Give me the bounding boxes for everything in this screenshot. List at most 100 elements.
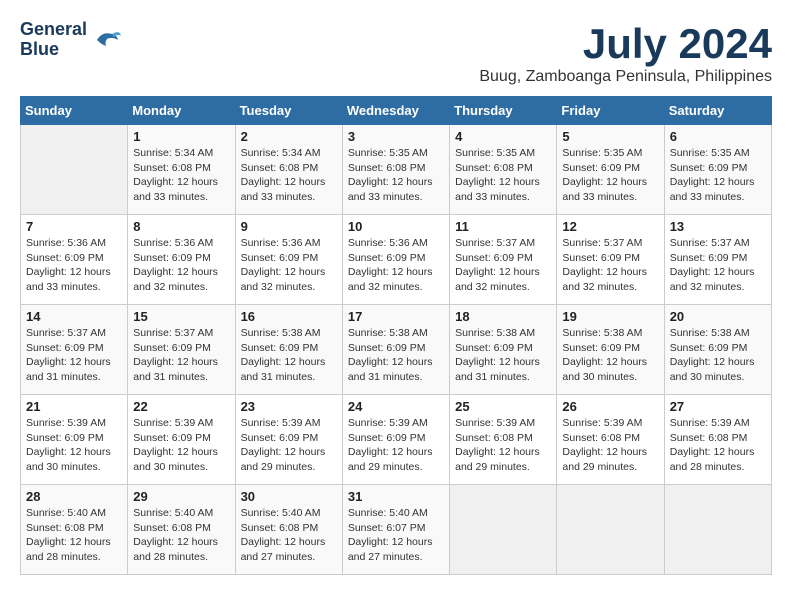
day-info: Sunrise: 5:37 AMSunset: 6:09 PMDaylight:… xyxy=(670,236,766,295)
day-number: 7 xyxy=(26,219,122,234)
title-section: July 2024 Buug, Zamboanga Peninsula, Phi… xyxy=(479,20,772,86)
day-number: 29 xyxy=(133,489,229,504)
day-info: Sunrise: 5:37 AMSunset: 6:09 PMDaylight:… xyxy=(26,326,122,385)
location: Buug, Zamboanga Peninsula, Philippines xyxy=(479,68,772,86)
calendar-cell: 1Sunrise: 5:34 AMSunset: 6:08 PMDaylight… xyxy=(128,125,235,215)
week-row-4: 21 Sunrise: 5:39 AMSunset: 6:09 PMDayligh… xyxy=(21,395,772,485)
day-info: Sunrise: 5:39 AMSunset: 6:09 PMDaylight:… xyxy=(348,416,444,475)
day-info: Sunrise: 5:36 AMSunset: 6:09 PMDaylight:… xyxy=(348,236,444,295)
calendar-cell: 10 Sunrise: 5:36 AMSunset: 6:09 PMDayligh… xyxy=(342,215,449,305)
day-info: Sunrise: 5:40 AMSunset: 6:08 PMDaylight:… xyxy=(241,506,337,565)
day-number: 22 xyxy=(133,399,229,414)
header-thursday: Thursday xyxy=(450,97,557,125)
day-info: Sunrise: 5:38 AMSunset: 6:09 PMDaylight:… xyxy=(670,326,766,385)
calendar-cell xyxy=(21,125,128,215)
day-info: Sunrise: 5:38 AMSunset: 6:09 PMDaylight:… xyxy=(348,326,444,385)
header-monday: Monday xyxy=(128,97,235,125)
calendar-cell: 21Sunrise: 5:39 AMSunset: 6:09 PMDayligh… xyxy=(21,395,128,485)
day-info: Sunrise: 5:39 AMSunset: 6:08 PMDaylight:… xyxy=(562,416,658,475)
day-number: 8 xyxy=(133,219,229,234)
logo-bird-icon xyxy=(91,25,121,55)
calendar-cell: 8 Sunrise: 5:36 AMSunset: 6:09 PMDaylight… xyxy=(128,215,235,305)
calendar-cell: 20 Sunrise: 5:38 AMSunset: 6:09 PMDayligh… xyxy=(664,305,771,395)
day-number: 9 xyxy=(241,219,337,234)
calendar-cell xyxy=(557,485,664,575)
day-number: 16 xyxy=(241,309,337,324)
day-number: 15 xyxy=(133,309,229,324)
calendar-cell: 13 Sunrise: 5:37 AMSunset: 6:09 PMDayligh… xyxy=(664,215,771,305)
calendar-cell: 26 Sunrise: 5:39 AMSunset: 6:08 PMDayligh… xyxy=(557,395,664,485)
calendar-cell: 25 Sunrise: 5:39 AMSunset: 6:08 PMDayligh… xyxy=(450,395,557,485)
week-row-3: 14 Sunrise: 5:37 AMSunset: 6:09 PMDayligh… xyxy=(21,305,772,395)
calendar-table: SundayMondayTuesdayWednesdayThursdayFrid… xyxy=(20,96,772,575)
day-info: Sunrise: 5:34 AMSunset: 6:08 PMDaylight:… xyxy=(133,146,229,205)
calendar-cell: 9 Sunrise: 5:36 AMSunset: 6:09 PMDaylight… xyxy=(235,215,342,305)
day-info: Sunrise: 5:38 AMSunset: 6:09 PMDaylight:… xyxy=(455,326,551,385)
calendar-cell: 30Sunrise: 5:40 AMSunset: 6:08 PMDayligh… xyxy=(235,485,342,575)
logo-line2: Blue xyxy=(20,40,87,60)
header-wednesday: Wednesday xyxy=(342,97,449,125)
day-info: Sunrise: 5:36 AMSunset: 6:09 PMDaylight:… xyxy=(241,236,337,295)
day-number: 24 xyxy=(348,399,444,414)
header-tuesday: Tuesday xyxy=(235,97,342,125)
calendar-cell: 2 Sunrise: 5:34 AMSunset: 6:08 PMDaylight… xyxy=(235,125,342,215)
logo-line1: General xyxy=(20,20,87,40)
day-info: Sunrise: 5:36 AMSunset: 6:09 PMDaylight:… xyxy=(133,236,229,295)
day-info: Sunrise: 5:37 AMSunset: 6:09 PMDaylight:… xyxy=(562,236,658,295)
header-row: SundayMondayTuesdayWednesdayThursdayFrid… xyxy=(21,97,772,125)
calendar-cell: 27 Sunrise: 5:39 AMSunset: 6:08 PMDayligh… xyxy=(664,395,771,485)
day-number: 4 xyxy=(455,129,551,144)
calendar-cell: 28 Sunrise: 5:40 AMSunset: 6:08 PMDayligh… xyxy=(21,485,128,575)
day-number: 25 xyxy=(455,399,551,414)
day-number: 26 xyxy=(562,399,658,414)
week-row-5: 28 Sunrise: 5:40 AMSunset: 6:08 PMDayligh… xyxy=(21,485,772,575)
day-info: Sunrise: 5:39 AMSunset: 6:09 PMDaylight:… xyxy=(133,416,229,475)
day-info: Sunrise: 5:39 AMSunset: 6:08 PMDaylight:… xyxy=(455,416,551,475)
calendar-cell: 29 Sunrise: 5:40 AMSunset: 6:08 PMDayligh… xyxy=(128,485,235,575)
day-info: Sunrise: 5:35 AMSunset: 6:08 PMDaylight:… xyxy=(455,146,551,205)
week-row-2: 7 Sunrise: 5:36 AMSunset: 6:09 PMDaylight… xyxy=(21,215,772,305)
day-number: 6 xyxy=(670,129,766,144)
day-info: Sunrise: 5:37 AMSunset: 6:09 PMDaylight:… xyxy=(133,326,229,385)
day-info: Sunrise: 5:40 AMSunset: 6:07 PMDaylight:… xyxy=(348,506,444,565)
day-number: 2 xyxy=(241,129,337,144)
day-info: Sunrise: 5:35 AMSunset: 6:08 PMDaylight:… xyxy=(348,146,444,205)
calendar-cell: 12Sunrise: 5:37 AMSunset: 6:09 PMDayligh… xyxy=(557,215,664,305)
calendar-cell: 19Sunrise: 5:38 AMSunset: 6:09 PMDayligh… xyxy=(557,305,664,395)
day-number: 23 xyxy=(241,399,337,414)
calendar-cell xyxy=(450,485,557,575)
day-info: Sunrise: 5:34 AMSunset: 6:08 PMDaylight:… xyxy=(241,146,337,205)
logo-text: General Blue xyxy=(20,20,87,60)
day-info: Sunrise: 5:37 AMSunset: 6:09 PMDaylight:… xyxy=(455,236,551,295)
day-info: Sunrise: 5:40 AMSunset: 6:08 PMDaylight:… xyxy=(133,506,229,565)
day-number: 5 xyxy=(562,129,658,144)
day-number: 13 xyxy=(670,219,766,234)
calendar-cell: 14 Sunrise: 5:37 AMSunset: 6:09 PMDayligh… xyxy=(21,305,128,395)
logo: General Blue xyxy=(20,20,121,60)
day-number: 21 xyxy=(26,399,122,414)
day-number: 10 xyxy=(348,219,444,234)
day-info: Sunrise: 5:36 AMSunset: 6:09 PMDaylight:… xyxy=(26,236,122,295)
calendar-cell: 5Sunrise: 5:35 AMSunset: 6:09 PMDaylight… xyxy=(557,125,664,215)
header-sunday: Sunday xyxy=(21,97,128,125)
day-number: 27 xyxy=(670,399,766,414)
day-number: 14 xyxy=(26,309,122,324)
calendar-cell: 17 Sunrise: 5:38 AMSunset: 6:09 PMDayligh… xyxy=(342,305,449,395)
day-number: 11 xyxy=(455,219,551,234)
calendar-cell: 16 Sunrise: 5:38 AMSunset: 6:09 PMDayligh… xyxy=(235,305,342,395)
calendar-cell: 31Sunrise: 5:40 AMSunset: 6:07 PMDayligh… xyxy=(342,485,449,575)
day-info: Sunrise: 5:38 AMSunset: 6:09 PMDaylight:… xyxy=(241,326,337,385)
calendar-cell: 4 Sunrise: 5:35 AMSunset: 6:08 PMDaylight… xyxy=(450,125,557,215)
day-number: 17 xyxy=(348,309,444,324)
calendar-cell: 24 Sunrise: 5:39 AMSunset: 6:09 PMDayligh… xyxy=(342,395,449,485)
calendar-cell: 7 Sunrise: 5:36 AMSunset: 6:09 PMDaylight… xyxy=(21,215,128,305)
calendar-cell: 23Sunrise: 5:39 AMSunset: 6:09 PMDayligh… xyxy=(235,395,342,485)
page-header: General Blue July 2024 Buug, Zamboanga P… xyxy=(20,20,772,86)
calendar-cell: 6 Sunrise: 5:35 AMSunset: 6:09 PMDaylight… xyxy=(664,125,771,215)
day-info: Sunrise: 5:39 AMSunset: 6:08 PMDaylight:… xyxy=(670,416,766,475)
day-info: Sunrise: 5:40 AMSunset: 6:08 PMDaylight:… xyxy=(26,506,122,565)
day-info: Sunrise: 5:35 AMSunset: 6:09 PMDaylight:… xyxy=(670,146,766,205)
calendar-cell: 3Sunrise: 5:35 AMSunset: 6:08 PMDaylight… xyxy=(342,125,449,215)
day-number: 20 xyxy=(670,309,766,324)
day-number: 28 xyxy=(26,489,122,504)
